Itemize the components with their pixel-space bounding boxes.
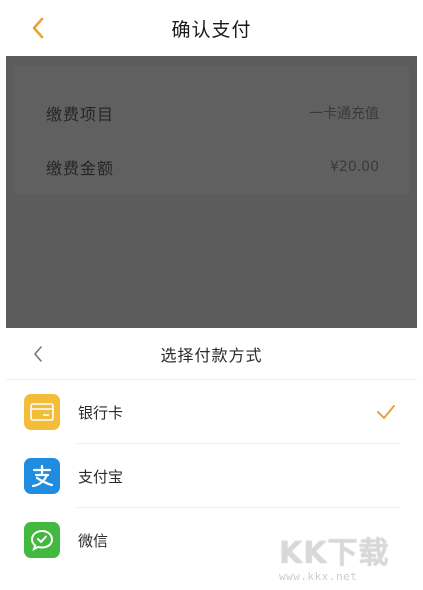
payment-method-wechat[interactable]: 微信 bbox=[6, 508, 417, 572]
payment-amount-row: 缴费金额 ¥20.00 bbox=[46, 152, 379, 182]
chevron-left-icon bbox=[34, 346, 42, 362]
chevron-left-icon bbox=[32, 17, 44, 39]
sheet-title: 选择付款方式 bbox=[160, 345, 263, 365]
payment-method-label: 支付宝 bbox=[78, 468, 124, 486]
back-button[interactable] bbox=[24, 14, 52, 42]
payment-method-bank-card[interactable]: 银行卡 bbox=[6, 380, 417, 444]
payment-method-alipay[interactable]: 支付宝 bbox=[6, 444, 417, 508]
payment-item-row: 缴费项目 一卡通充值 bbox=[46, 98, 379, 128]
payment-amount-value: ¥20.00 bbox=[330, 159, 379, 175]
payment-item-label: 缴费项目 bbox=[46, 105, 115, 124]
payment-method-label: 银行卡 bbox=[78, 404, 124, 422]
nav-bar: 确认支付 bbox=[0, 0, 423, 56]
payment-confirm-page: 确认支付 缴费项目 一卡通充值 缴费金额 ¥20.00 选择付款方式 银行卡 支… bbox=[0, 0, 423, 590]
checkmark-icon bbox=[377, 405, 395, 419]
payment-method-sheet: 选择付款方式 银行卡 支付宝 微信 bbox=[6, 328, 417, 590]
page-title: 确认支付 bbox=[171, 18, 252, 41]
alipay-icon bbox=[24, 458, 60, 494]
sheet-back-button[interactable] bbox=[26, 341, 50, 367]
bank-card-icon bbox=[24, 394, 60, 430]
payment-amount-label: 缴费金额 bbox=[46, 159, 115, 178]
modal-overlay[interactable]: 缴费项目 一卡通充值 缴费金额 ¥20.00 bbox=[6, 56, 417, 328]
payment-info-card: 缴费项目 一卡通充值 缴费金额 ¥20.00 bbox=[14, 66, 409, 194]
wechat-icon bbox=[24, 522, 60, 558]
payment-item-value: 一卡通充值 bbox=[309, 106, 379, 122]
sheet-header: 选择付款方式 bbox=[6, 328, 417, 380]
payment-method-label: 微信 bbox=[78, 532, 109, 550]
